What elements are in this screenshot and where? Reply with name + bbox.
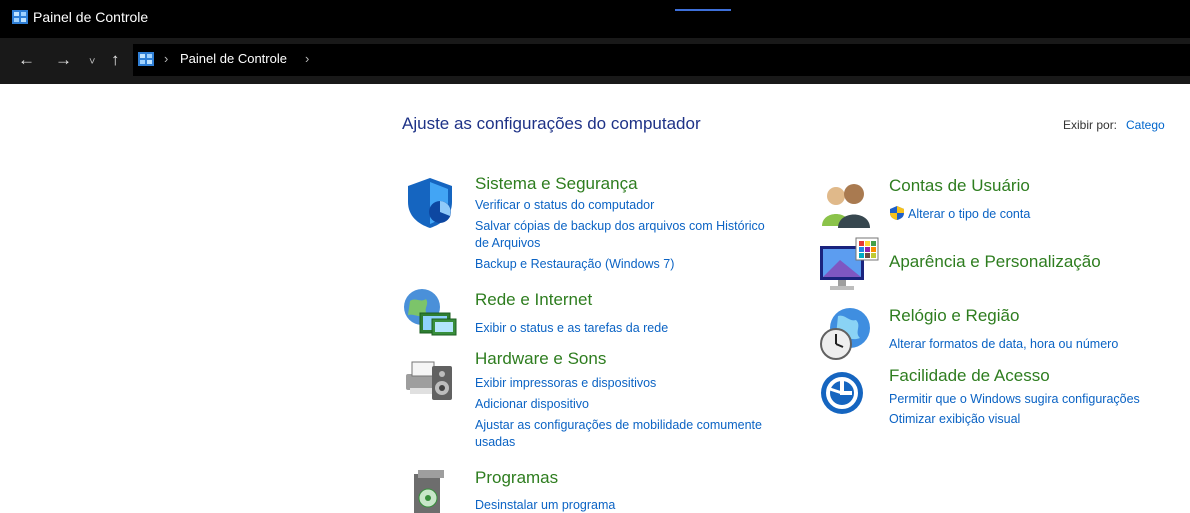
link-network-status[interactable]: Exibir o status e as tarefas da rede — [475, 320, 668, 336]
ease-of-access-icon[interactable] — [820, 369, 864, 417]
link-backup-file-history[interactable]: Salvar cópias de backup dos arquivos com… — [475, 218, 765, 234]
link-mobility-settings[interactable]: Ajustar as configurações de mobilidade c… — [475, 417, 762, 433]
category-user-accounts[interactable]: Contas de Usuário — [889, 176, 1030, 196]
link-backup-restore[interactable]: Backup e Restauração (Windows 7) — [475, 256, 674, 272]
category-hardware-sound[interactable]: Hardware e Sons — [475, 349, 606, 369]
recent-locations-button[interactable]: ˅ — [89, 50, 95, 74]
link-uninstall-program[interactable]: Desinstalar um programa — [475, 497, 615, 513]
forward-button[interactable]: → — [55, 48, 72, 72]
breadcrumb-separator[interactable]: › — [305, 51, 309, 66]
shield-icon[interactable] — [404, 176, 456, 230]
uac-shield-icon — [890, 206, 904, 220]
view-by-label: Exibir por: — [1063, 118, 1118, 132]
title-accent — [675, 9, 731, 11]
programs-icon[interactable] — [410, 468, 446, 513]
category-ease-of-access[interactable]: Facilidade de Acesso — [889, 366, 1050, 386]
link-add-device[interactable]: Adicionar dispositivo — [475, 396, 589, 412]
category-system-security[interactable]: Sistema e Segurança — [475, 174, 638, 194]
link-change-account-type[interactable]: Alterar o tipo de conta — [908, 206, 1030, 222]
clock-globe-icon[interactable] — [818, 306, 874, 362]
window-title: Painel de Controle — [33, 9, 149, 25]
category-clock-region[interactable]: Relógio e Região — [889, 306, 1019, 326]
page-title: Ajuste as configurações do computador — [402, 114, 701, 133]
address-bar: ← → ˅ ↑ › Painel de Controle › — [0, 38, 1190, 84]
title-bar: Painel de Controle — [0, 0, 1190, 38]
link-windows-suggest-settings[interactable]: Permitir que o Windows sugira configuraç… — [889, 391, 1140, 407]
category-network-internet[interactable]: Rede e Internet — [475, 290, 592, 310]
up-button[interactable]: ↑ — [111, 48, 120, 72]
link-mobility-settings-cont[interactable]: usadas — [475, 434, 515, 450]
breadcrumb-separator: › — [164, 51, 169, 66]
link-check-computer-status[interactable]: Verificar o status do computador — [475, 197, 654, 213]
breadcrumb-control-panel[interactable]: Painel de Controle — [180, 51, 287, 66]
link-devices-printers[interactable]: Exibir impressoras e dispositivos — [475, 375, 656, 391]
link-optimize-visual-display[interactable]: Otimizar exibição visual — [889, 411, 1020, 427]
link-backup-file-history-cont[interactable]: de Arquivos — [475, 235, 540, 251]
user-accounts-icon[interactable] — [820, 182, 872, 228]
link-date-time-formats[interactable]: Alterar formatos de data, hora ou número — [889, 336, 1118, 352]
address-box[interactable]: › Painel de Controle › — [133, 44, 1190, 76]
category-appearance-personalization[interactable]: Aparência e Personalização — [889, 252, 1101, 272]
control-panel-icon — [12, 10, 28, 24]
network-globe-icon[interactable] — [402, 287, 460, 341]
printer-speaker-icon[interactable] — [402, 352, 458, 404]
appearance-monitor-icon[interactable] — [818, 236, 880, 294]
category-programs[interactable]: Programas — [475, 468, 558, 488]
back-button[interactable]: ← — [18, 48, 35, 72]
view-by-dropdown[interactable]: Catego — [1126, 118, 1165, 132]
control-panel-icon — [138, 52, 154, 66]
